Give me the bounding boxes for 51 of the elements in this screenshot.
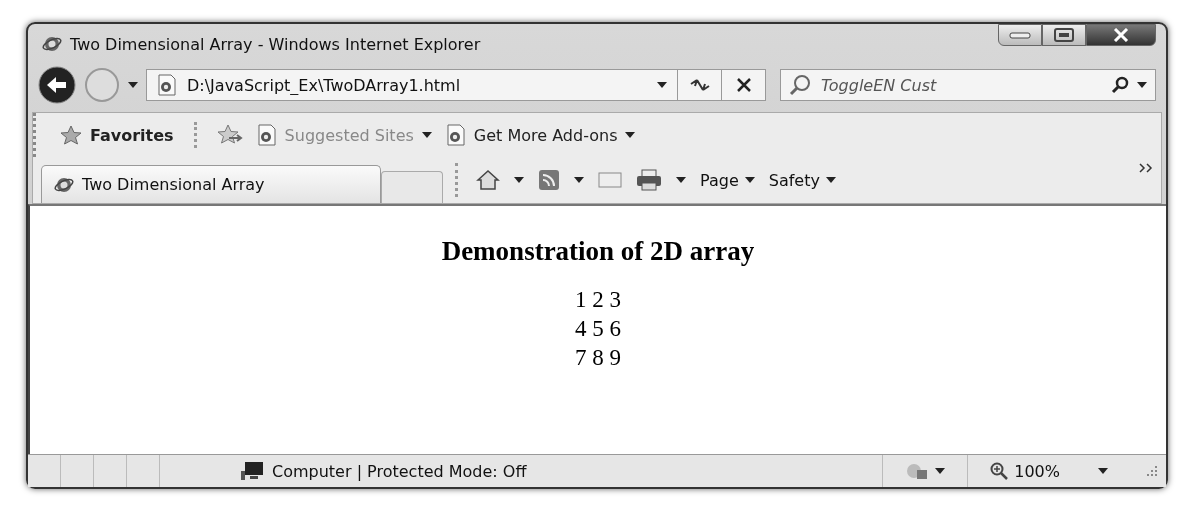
search-icon[interactable] — [1111, 76, 1129, 94]
back-button[interactable] — [38, 66, 76, 104]
page-logo-icon — [445, 124, 466, 146]
feed-icon[interactable] — [538, 169, 560, 191]
caret-icon[interactable] — [935, 468, 946, 474]
zoom-button[interactable]: 100% — [967, 455, 1130, 487]
caret-icon[interactable] — [514, 177, 524, 183]
caret-icon[interactable] — [676, 177, 686, 183]
page-logo-icon — [256, 124, 277, 146]
resize-grip-icon[interactable] — [1146, 465, 1158, 477]
printer-icon[interactable] — [636, 169, 662, 191]
window-title: Two Dimensional Array - Windows Internet Explorer — [70, 34, 482, 54]
command-menu[interactable]: Page — [700, 170, 755, 190]
array-row-text: 4 5 6 — [575, 315, 621, 343]
close-button[interactable] — [1086, 24, 1156, 46]
search-field[interactable]: ToggleEN Cust — [819, 74, 1103, 96]
caret-icon[interactable] — [1098, 468, 1108, 474]
page-logo-icon — [157, 74, 177, 96]
caret-icon[interactable] — [744, 177, 755, 183]
caret-icon[interactable] — [574, 177, 584, 183]
home-icon[interactable] — [476, 169, 500, 191]
array-row-text: 7 8 9 — [575, 344, 621, 372]
favorites-button[interactable]: Favorites — [60, 125, 174, 145]
caret-icon[interactable] — [625, 132, 636, 138]
page-logo-icon — [42, 34, 62, 54]
stop-icon — [735, 77, 752, 93]
close-icon — [1113, 28, 1129, 42]
maximize-icon — [1054, 28, 1074, 42]
minimize-button[interactable] — [998, 24, 1042, 46]
caret-icon[interactable] — [825, 177, 836, 183]
maximize-button[interactable] — [1042, 24, 1086, 46]
address-field[interactable]: D:\JavaScript_Ex\TwoDArray1.html — [185, 74, 649, 96]
star-icon — [60, 125, 82, 145]
favorites-link[interactable]: Get More Add-ons — [445, 124, 636, 146]
more-icon[interactable] — [1139, 163, 1153, 173]
computer-icon — [240, 461, 264, 481]
add-favorite-icon[interactable] — [216, 124, 243, 146]
caret-icon[interactable] — [128, 82, 138, 88]
browser-tab[interactable]: Two Dimensional Array — [41, 165, 381, 203]
caret-icon[interactable] — [1137, 82, 1147, 88]
zoom-icon — [990, 462, 1009, 480]
address-bar[interactable]: D:\JavaScript_Ex\TwoDArray1.html — [146, 69, 766, 101]
caret-icon[interactable] — [657, 82, 667, 88]
search-icon — [789, 74, 811, 96]
page-heading: Demonstration of 2D array — [441, 236, 755, 267]
security-icon — [905, 461, 930, 481]
zone-status: Computer | Protected Mode: Off — [272, 461, 527, 481]
command-menu[interactable]: Safety — [768, 170, 836, 190]
search-box[interactable]: ToggleEN Cust — [780, 69, 1156, 101]
minimize-icon — [1009, 31, 1031, 39]
array-row-text: 1 2 3 — [575, 286, 621, 314]
